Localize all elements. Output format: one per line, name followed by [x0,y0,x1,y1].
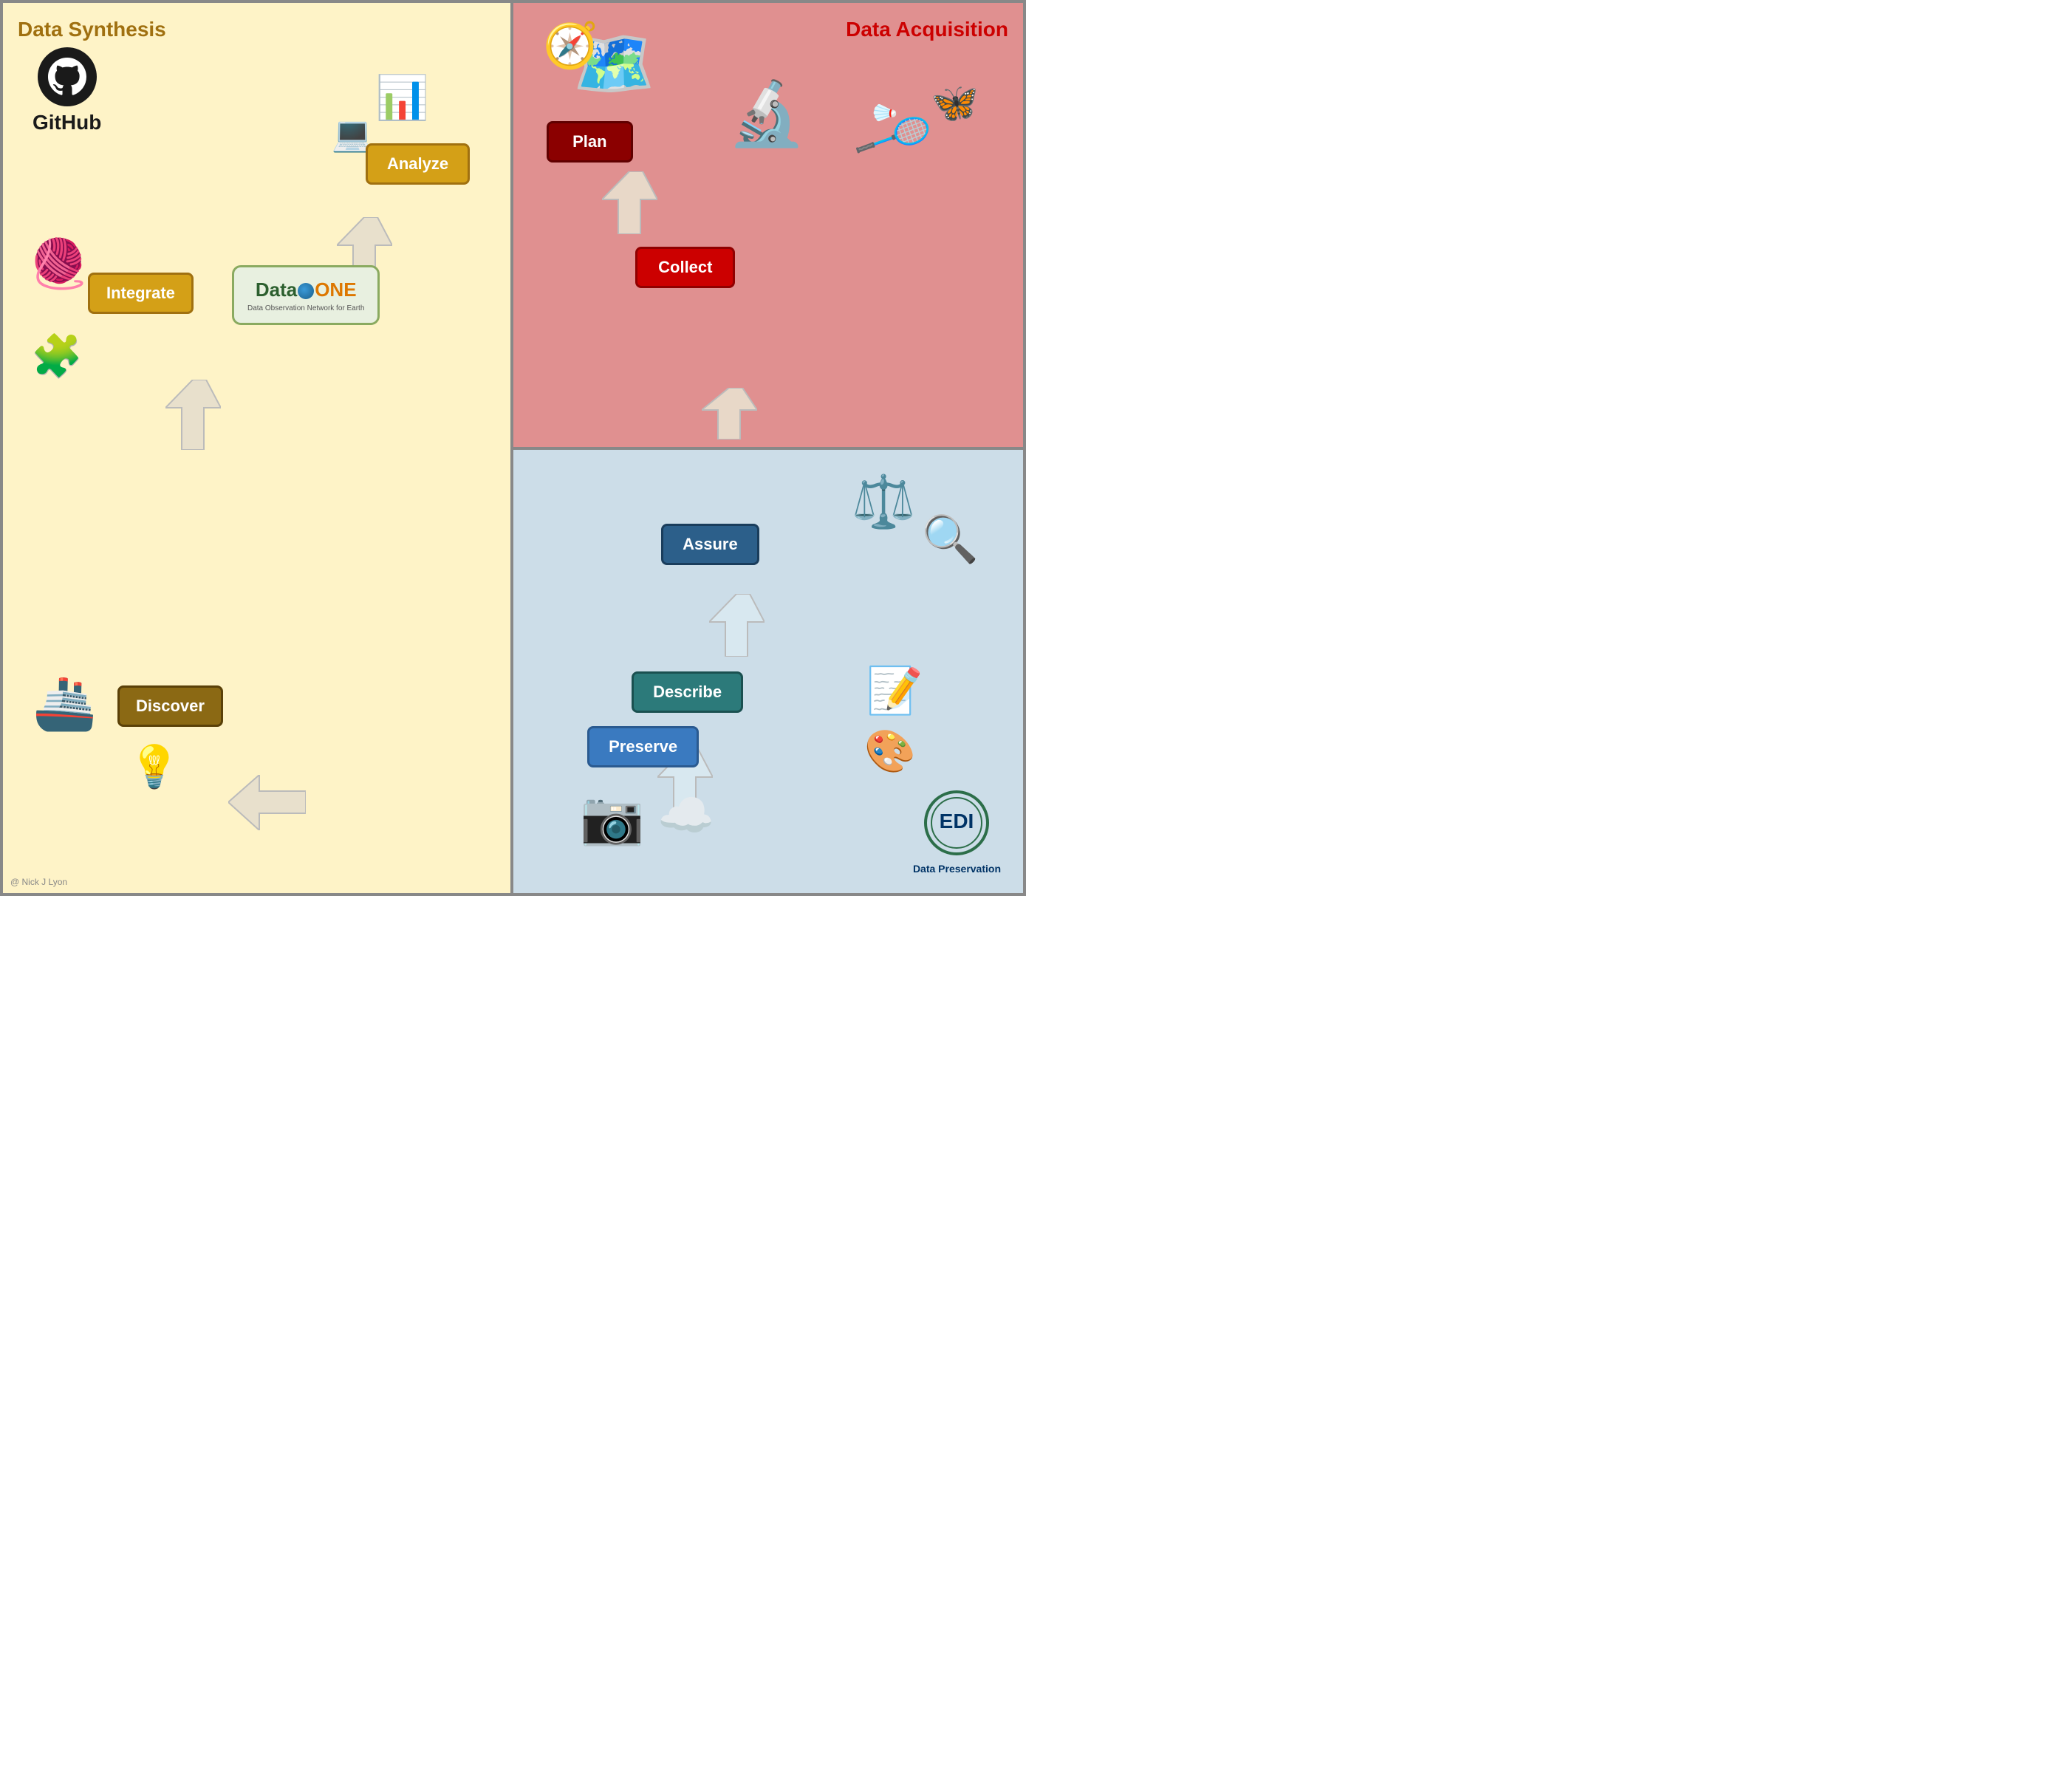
github-area: GitHub [33,47,101,134]
cloud-icon: ☁️ [657,789,714,843]
microscope-icon: 🔬 [728,77,806,151]
integrate-label: Integrate [88,273,194,314]
lightbulb-icon: 💡 [129,742,180,791]
dataone-logo: Data ONE Data Observation Network for Ear… [232,265,380,325]
palette-icon: 🎨 [864,727,916,776]
dataone-subtitle: Data Observation Network for Earth [247,304,364,312]
preserve-label: Preserve [587,726,699,767]
dataone-data-text: Data [256,278,297,301]
butterfly-icon: 🦋 [931,81,979,126]
discover-button: Discover [117,685,223,727]
arrow-collect-preserve [702,388,757,443]
synthesis-title: Data Synthesis [18,18,496,41]
magnifier-icon: 🔍 [922,513,979,567]
preserve-button: Preserve [587,726,699,767]
quadrant-acquisition: Data Acquisition 🗺️ 🧭 Plan 🔬 🏸 🦋 [513,3,1023,450]
arrow-integrate-discover [165,380,221,454]
describe-button: Describe [632,671,743,713]
discover-label: Discover [117,685,223,727]
arrow-assure-describe [709,594,765,660]
integrate-button: Integrate [88,273,194,314]
camera-icon: 📷 [580,788,644,849]
data-preservation-label: Data Preservation [913,863,1001,875]
chart-icon: 📊 [376,73,429,123]
scales-icon: ⚖️ [852,472,916,533]
puzzle-icon: 🧩 [31,332,83,380]
arrow-discover-out [228,775,306,834]
dataone-one-text: ONE [315,278,356,301]
yarn-icon: 🧶 [29,236,89,292]
net-icon: 🏸 [851,95,937,180]
dataone-globe [298,283,314,299]
main-diagram: Data Synthesis GitHub 📊 💻 Analyze 🧶 [0,0,1026,896]
describe-label: Describe [632,671,743,713]
pencil-paper-icon: 📝 [866,664,923,718]
quadrant-preservation: Assure ⚖️ 🔍 Describe 📝 🎨 [513,450,1023,894]
edi-logo-area: EDI Data Preservation [913,790,1001,875]
collect-button: Collect [635,247,735,288]
assure-button: Assure [661,524,759,565]
analyze-label: Analyze [366,143,470,185]
plan-button: Plan [547,121,632,163]
assure-label: Assure [661,524,759,565]
collect-label: Collect [635,247,735,288]
plan-label: Plan [547,121,632,163]
quadrant-synthesis: Data Synthesis GitHub 📊 💻 Analyze 🧶 [3,3,513,893]
github-icon [38,47,97,106]
compass-icon: 🧭 [543,19,598,72]
svg-text:EDI: EDI [940,810,974,832]
submarine-icon: 🚢 [33,674,97,734]
analyze-button: Analyze [366,143,470,185]
arrow-plan-collect [602,171,657,238]
github-label: GitHub [33,111,101,134]
credit-text: @ Nick J Lyon [10,877,67,887]
right-column: Data Acquisition 🗺️ 🧭 Plan 🔬 🏸 🦋 [513,3,1023,893]
